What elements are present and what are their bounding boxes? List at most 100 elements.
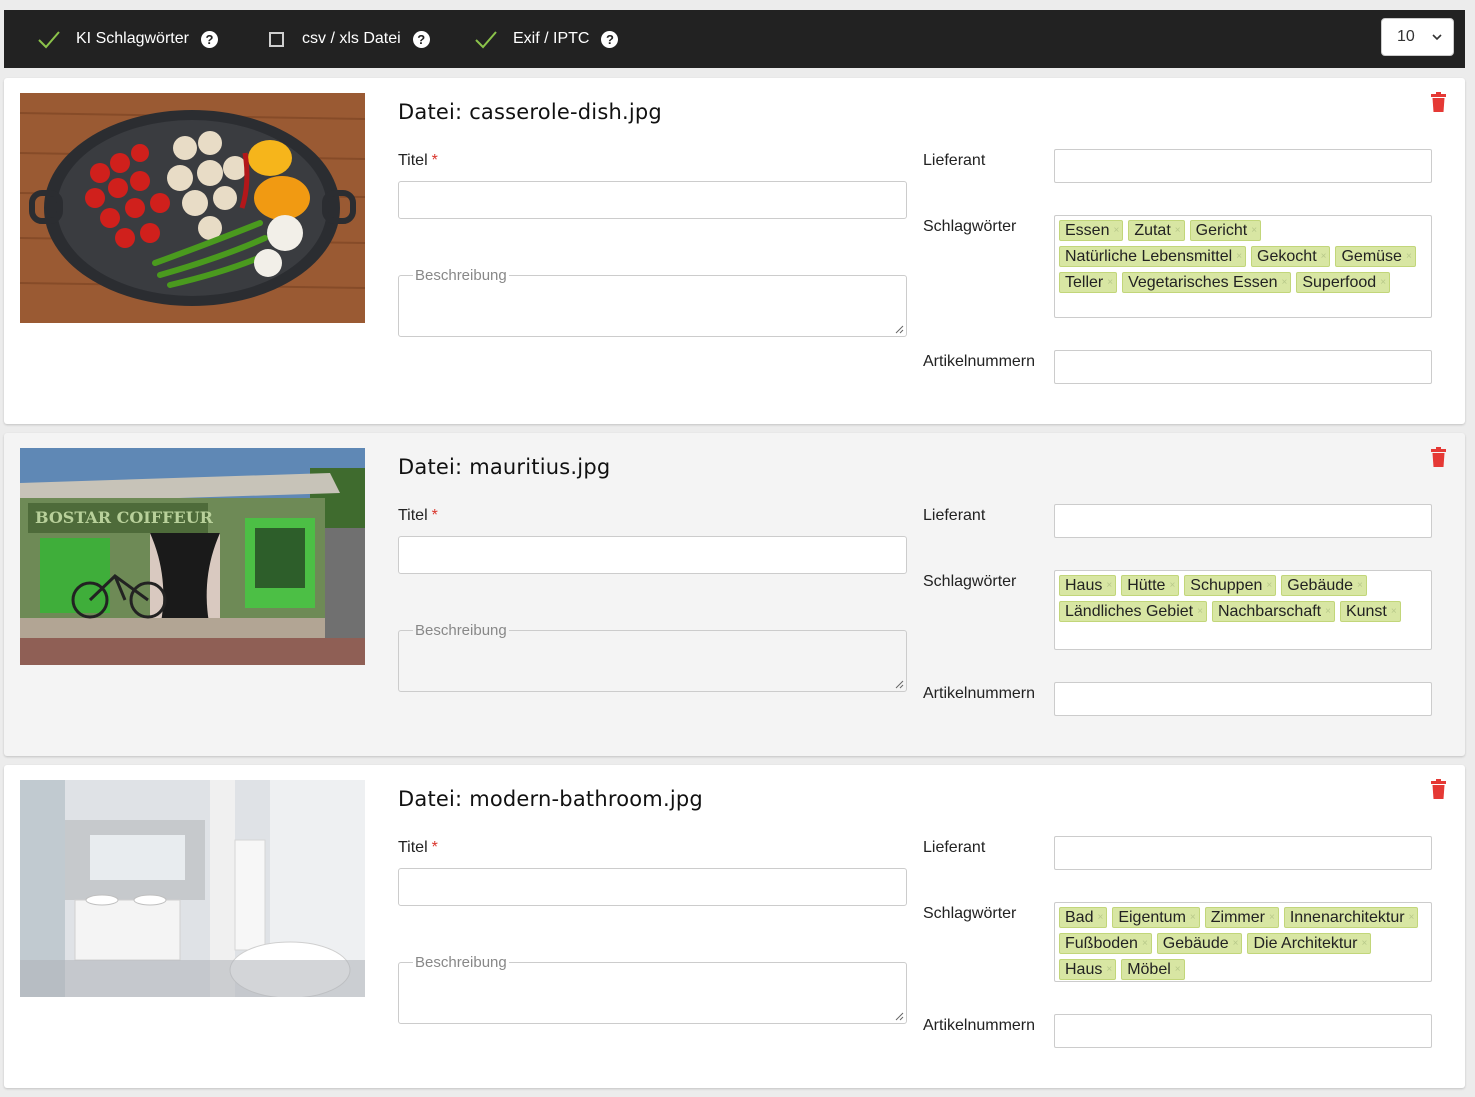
checkmark-icon[interactable] xyxy=(37,27,61,51)
tag-remove-icon[interactable]: × xyxy=(1321,247,1327,266)
titel-input[interactable] xyxy=(398,181,907,219)
tag-chip[interactable]: Bad × xyxy=(1059,907,1108,928)
tag-chip[interactable]: Innenarchitektur × xyxy=(1283,907,1419,928)
tag-remove-icon[interactable]: × xyxy=(1106,576,1112,595)
help-icon[interactable]: ? xyxy=(200,30,218,48)
per-page-select[interactable]: 10 xyxy=(1381,18,1454,56)
lieferant-input[interactable] xyxy=(1054,149,1432,183)
option-ki-schlagwoerter[interactable]: KI Schlagwörter ? xyxy=(37,10,218,68)
tag-remove-icon[interactable]: × xyxy=(1380,273,1386,292)
tags-input[interactable]: Bad × Eigentum × Zimmer × Innenarchitektur × Fuß… xyxy=(1054,902,1432,982)
tags-input[interactable]: Haus × Hütte × Schuppen × Gebäude × Ländliches G… xyxy=(1054,570,1432,650)
beschreibung-textarea[interactable]: Beschreibung xyxy=(398,267,907,337)
tag-remove-icon[interactable]: × xyxy=(1362,934,1368,953)
image-card: Datei: modern-bathroom.jpg Titel * Beschr… xyxy=(4,765,1465,1088)
artikelnummern-input[interactable] xyxy=(1054,350,1432,384)
tag-chip[interactable]: Essen × xyxy=(1059,220,1124,241)
per-page-value: 10 xyxy=(1397,28,1415,45)
tag-remove-icon[interactable]: × xyxy=(1409,908,1415,927)
beschreibung-placeholder: Beschreibung xyxy=(413,622,509,639)
option-csv-label: csv / xls Datei xyxy=(302,30,401,47)
tag-label: Ländliches Gebiet xyxy=(1065,603,1194,620)
image-thumbnail[interactable] xyxy=(20,93,365,323)
artikelnummern-input[interactable] xyxy=(1054,1014,1432,1048)
delete-trash-icon[interactable] xyxy=(1430,447,1447,467)
tag-chip[interactable]: Möbel × xyxy=(1121,959,1185,980)
tag-chip[interactable]: Die Architektur × xyxy=(1247,933,1372,954)
option-csv-xls[interactable]: csv / xls Datei ? xyxy=(265,10,430,68)
tag-remove-icon[interactable]: × xyxy=(1107,273,1113,292)
help-icon[interactable]: ? xyxy=(601,30,619,48)
delete-trash-icon[interactable] xyxy=(1430,92,1447,112)
tag-chip[interactable]: Nachbarschaft × xyxy=(1211,601,1335,622)
image-thumbnail[interactable] xyxy=(20,780,365,997)
resize-grip-icon[interactable] xyxy=(895,1012,904,1021)
required-marker: * xyxy=(431,839,438,856)
file-name: casserole-dish.jpg xyxy=(469,100,662,124)
tag-label: Superfood xyxy=(1302,274,1377,291)
tag-remove-icon[interactable]: × xyxy=(1282,273,1288,292)
tag-chip[interactable]: Gekocht × xyxy=(1251,246,1331,267)
beschreibung-textarea[interactable]: Beschreibung xyxy=(398,622,907,692)
tag-remove-icon[interactable]: × xyxy=(1175,221,1181,240)
tag-remove-icon[interactable]: × xyxy=(1406,247,1412,266)
titel-input[interactable] xyxy=(398,868,907,906)
tag-chip[interactable]: Hütte × xyxy=(1121,575,1180,596)
tag-chip[interactable]: Gericht × xyxy=(1189,220,1262,241)
tag-chip[interactable]: Ländliches Gebiet × xyxy=(1059,601,1207,622)
tag-chip[interactable]: Zimmer × xyxy=(1204,907,1279,928)
resize-grip-icon[interactable] xyxy=(895,680,904,689)
tag-remove-icon[interactable]: × xyxy=(1266,576,1272,595)
required-marker: * xyxy=(431,507,438,524)
tag-remove-icon[interactable]: × xyxy=(1142,934,1148,953)
tag-remove-icon[interactable]: × xyxy=(1113,221,1119,240)
checkmark-icon[interactable] xyxy=(474,27,498,51)
tag-remove-icon[interactable]: × xyxy=(1097,908,1103,927)
titel-input[interactable] xyxy=(398,536,907,574)
image-thumbnail[interactable]: BOSTAR COIFFEUR xyxy=(20,448,365,665)
tag-chip[interactable]: Kunst × xyxy=(1339,601,1401,622)
tag-chip[interactable]: Gebäude × xyxy=(1281,575,1367,596)
tag-remove-icon[interactable]: × xyxy=(1251,221,1257,240)
delete-trash-icon[interactable] xyxy=(1430,779,1447,799)
tag-chip[interactable]: Fußboden × xyxy=(1059,933,1152,954)
tag-remove-icon[interactable]: × xyxy=(1175,960,1181,979)
tag-chip[interactable]: Teller × xyxy=(1059,272,1118,293)
tag-remove-icon[interactable]: × xyxy=(1325,602,1331,621)
tag-remove-icon[interactable]: × xyxy=(1233,934,1239,953)
resize-grip-icon[interactable] xyxy=(895,325,904,334)
tag-label: Hütte xyxy=(1127,577,1166,594)
tag-chip[interactable]: Gemüse × xyxy=(1335,246,1416,267)
checkbox-unchecked[interactable] xyxy=(269,31,284,47)
beschreibung-placeholder: Beschreibung xyxy=(413,267,509,284)
tag-chip[interactable]: Vegetarisches Essen × xyxy=(1122,272,1292,293)
tag-label: Gebäude xyxy=(1287,577,1354,594)
tag-remove-icon[interactable]: × xyxy=(1357,576,1363,595)
tag-remove-icon[interactable]: × xyxy=(1190,908,1196,927)
tag-chip[interactable]: Natürliche Lebensmittel × xyxy=(1059,246,1247,267)
artikelnummern-input[interactable] xyxy=(1054,682,1432,716)
titel-label: Titel * xyxy=(398,507,438,525)
tag-chip[interactable]: Haus × xyxy=(1059,575,1117,596)
tag-chip[interactable]: Superfood × xyxy=(1296,272,1391,293)
lieferant-input[interactable] xyxy=(1054,836,1432,870)
tag-chip[interactable]: Eigentum × xyxy=(1112,907,1200,928)
tag-label: Bad xyxy=(1065,909,1094,926)
option-exif-iptc[interactable]: Exif / IPTC ? xyxy=(474,10,619,68)
tag-label: Die Architektur xyxy=(1253,935,1358,952)
tag-remove-icon[interactable]: × xyxy=(1236,247,1242,266)
tag-remove-icon[interactable]: × xyxy=(1169,576,1175,595)
lieferant-input[interactable] xyxy=(1054,504,1432,538)
tag-remove-icon[interactable]: × xyxy=(1269,908,1275,927)
tag-remove-icon[interactable]: × xyxy=(1197,602,1203,621)
tag-label: Möbel xyxy=(1127,961,1171,978)
beschreibung-textarea[interactable]: Beschreibung xyxy=(398,954,907,1024)
tag-remove-icon[interactable]: × xyxy=(1391,602,1397,621)
tag-chip[interactable]: Schuppen × xyxy=(1184,575,1277,596)
tag-chip[interactable]: Gebäude × xyxy=(1156,933,1243,954)
tag-remove-icon[interactable]: × xyxy=(1106,960,1112,979)
tag-chip[interactable]: Zutat × xyxy=(1128,220,1185,241)
tags-input[interactable]: Essen × Zutat × Gericht × Natürliche Lebensmit… xyxy=(1054,215,1432,318)
help-icon[interactable]: ? xyxy=(412,30,430,48)
tag-chip[interactable]: Haus × xyxy=(1059,959,1117,980)
